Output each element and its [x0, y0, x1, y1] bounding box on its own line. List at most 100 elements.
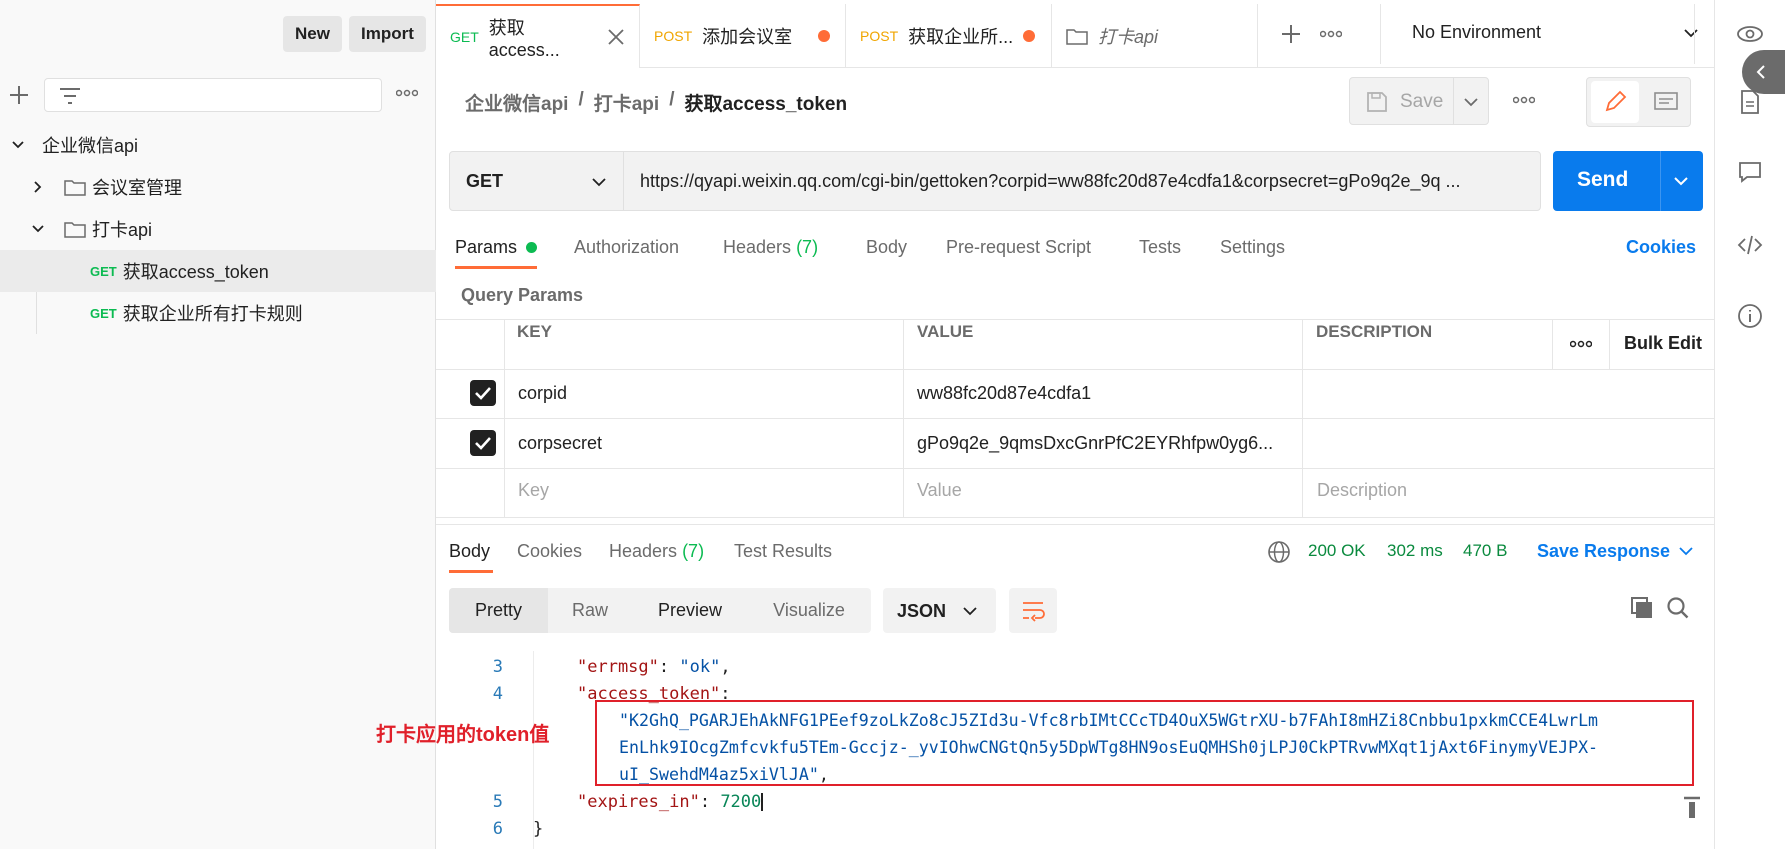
breadcrumb-separator: / [578, 89, 584, 110]
param-key[interactable]: corpsecret [518, 433, 602, 454]
request-more-icon[interactable] [1513, 95, 1535, 105]
tab-headers[interactable]: Headers (7) [723, 237, 818, 258]
tab-get-rules[interactable]: POST 获取企业所... [846, 4, 1052, 68]
response-size[interactable]: 470 B [1463, 541, 1507, 561]
url-input[interactable]: https://qyapi.weixin.qq.com/cgi-bin/gett… [640, 171, 1530, 192]
search-icon[interactable] [1666, 596, 1690, 620]
tab-tests[interactable]: Tests [1139, 237, 1181, 258]
wrap-lines-button[interactable] [1009, 588, 1057, 633]
import-button[interactable]: Import [349, 16, 426, 52]
add-icon[interactable] [8, 84, 30, 106]
param-checkbox[interactable] [470, 430, 496, 456]
method-select[interactable]: GET [450, 152, 623, 210]
response-tab-test-results[interactable]: Test Results [734, 541, 832, 562]
filter-input[interactable] [44, 78, 382, 112]
info-icon[interactable] [1736, 302, 1764, 330]
view-preview[interactable]: Preview [640, 588, 740, 633]
new-button[interactable]: New [283, 16, 342, 52]
tab-label: Headers [723, 237, 792, 257]
table-border [436, 468, 1714, 469]
scroll-to-top-icon[interactable] [1682, 794, 1702, 822]
method-badge: GET [90, 263, 117, 279]
chevron-down-icon[interactable] [1462, 94, 1480, 110]
view-pretty[interactable]: Pretty [449, 588, 548, 633]
tabs-more-icon[interactable] [1320, 29, 1342, 39]
mode-toggle [1586, 77, 1691, 127]
column-header-key: KEY [517, 322, 552, 341]
tab-label: 添加会议室 [702, 27, 793, 47]
response-time[interactable]: 302 ms [1387, 541, 1443, 561]
status-code[interactable]: 200 OK [1308, 541, 1366, 561]
code-icon[interactable] [1736, 231, 1764, 259]
tab-prerequest[interactable]: Pre-request Script [946, 237, 1091, 258]
method-badge: POST [654, 28, 693, 44]
format-select[interactable]: JSON [883, 588, 996, 633]
more-options-icon[interactable] [396, 88, 418, 98]
tree-item-folder-daka[interactable]: 打卡api [0, 208, 436, 250]
new-param-key[interactable]: Key [518, 480, 549, 501]
json-value: 7200 [720, 792, 762, 812]
breadcrumb: 企业微信api / 打卡api / 获取access_token [465, 89, 847, 116]
tree-item-collection[interactable]: 企业微信api [0, 124, 436, 166]
documentation-icon[interactable] [1736, 88, 1764, 116]
response-tab-headers[interactable]: Headers (7) [609, 541, 704, 562]
param-key[interactable]: corpid [518, 383, 567, 404]
tab-folder[interactable]: 打卡api [1052, 4, 1258, 68]
edit-mode-button[interactable] [1591, 81, 1639, 123]
comments-icon[interactable] [1736, 158, 1764, 186]
globe-icon[interactable] [1267, 540, 1291, 564]
filter-icon [59, 87, 81, 105]
param-value[interactable]: ww88fc20d87e4cdfa1 [917, 383, 1091, 404]
tree-item-request-active[interactable]: GET 获取access_token [0, 250, 436, 292]
tab-settings[interactable]: Settings [1220, 237, 1285, 258]
tab-params[interactable]: Params [455, 237, 538, 258]
chevron-down-icon[interactable] [1682, 25, 1700, 41]
column-header-value: VALUE [917, 322, 974, 341]
table-border [504, 319, 505, 517]
save-response-button[interactable]: Save Response [1537, 541, 1670, 562]
bulk-edit-button[interactable]: Bulk Edit [1624, 333, 1702, 354]
chevron-down-icon[interactable] [1672, 173, 1690, 189]
eye-icon[interactable] [1736, 20, 1764, 48]
param-value[interactable]: gPo9q2e_9qmsDxcGnrPfC2EYRhfpw0yg6... [917, 433, 1273, 454]
json-key: "errmsg" [577, 657, 659, 677]
view-raw[interactable]: Raw [548, 588, 632, 633]
cookies-link[interactable]: Cookies [1626, 237, 1696, 258]
close-icon[interactable] [607, 28, 625, 46]
tree-label: 会议室管理 [92, 178, 182, 198]
environment-select[interactable]: No Environment [1412, 22, 1541, 43]
tree-label: 获取企业所有打卡规则 [122, 304, 303, 324]
tab-authorization[interactable]: Authorization [574, 237, 679, 258]
comment-mode-button[interactable] [1645, 81, 1687, 123]
breadcrumb-collection[interactable]: 企业微信api [465, 89, 568, 116]
line-number: 5 [492, 792, 503, 812]
send-button[interactable]: Send [1553, 151, 1703, 211]
table-border [1552, 319, 1553, 369]
new-param-value[interactable]: Value [917, 480, 962, 501]
tab-get-access[interactable]: GET 获取access... [436, 4, 640, 68]
tab-add-meeting[interactable]: POST 添加会议室 [640, 4, 846, 68]
new-param-description[interactable]: Description [1317, 480, 1407, 501]
response-tab-body[interactable]: Body [449, 541, 490, 562]
active-dot [526, 242, 538, 253]
chevron-down-icon [590, 174, 608, 190]
copy-icon[interactable] [1630, 596, 1654, 620]
sidebar: New Import 企业微信api 会议室管理 打卡api GET 获取acc… [0, 0, 436, 849]
tree-item-request[interactable]: GET 获取企业所有打卡规则 [0, 292, 436, 334]
chevron-down-icon[interactable] [1678, 544, 1694, 558]
table-border [436, 517, 1714, 518]
response-tab-cookies[interactable]: Cookies [517, 541, 582, 562]
tab-body[interactable]: Body [866, 237, 907, 258]
table-border [436, 319, 1714, 320]
column-options-icon[interactable] [1570, 339, 1592, 349]
tree-item-folder-meeting[interactable]: 会议室管理 [0, 166, 436, 208]
breadcrumb-folder[interactable]: 打卡api [594, 89, 659, 116]
param-checkbox[interactable] [470, 380, 496, 406]
view-visualize[interactable]: Visualize [755, 588, 863, 633]
table-border [436, 369, 1714, 370]
save-label: Save [1400, 91, 1444, 112]
save-button[interactable]: Save [1349, 77, 1489, 125]
chevron-down-icon [10, 137, 26, 153]
new-tab-icon[interactable] [1281, 24, 1301, 44]
line-number: 3 [492, 657, 503, 677]
